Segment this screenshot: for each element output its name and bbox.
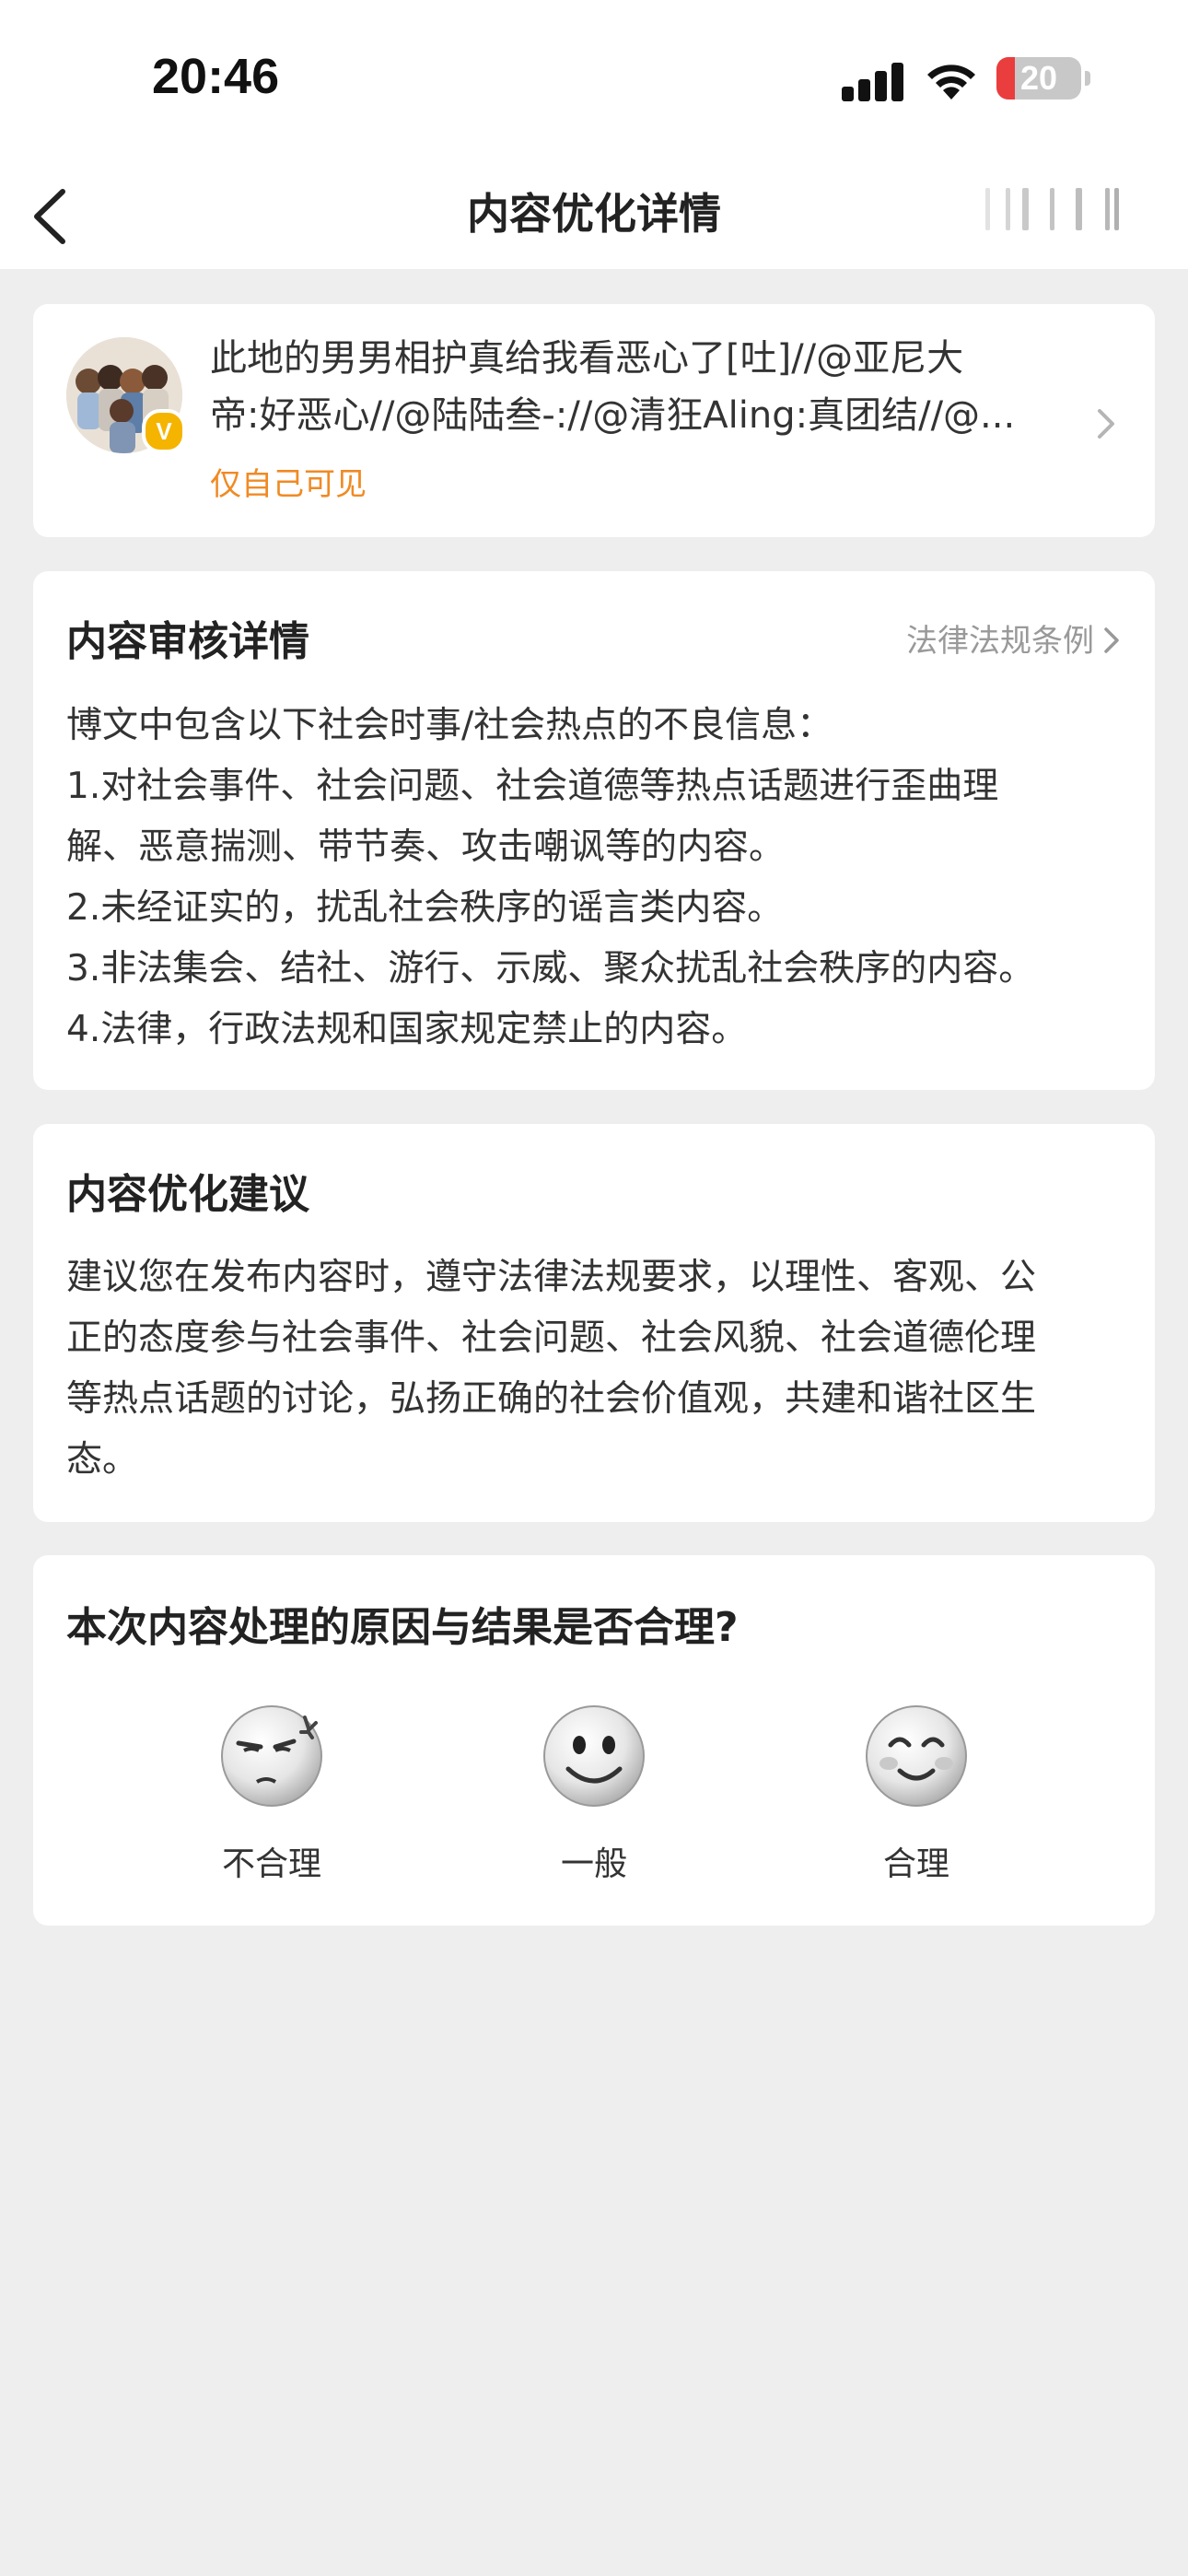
optimization-suggestion-card: 内容优化建议 建议您在发布内容时，遵守法律法规要求，以理性、客观、公 正的态度参…: [33, 1124, 1155, 1522]
status-bar: 20:46 20: [0, 0, 1188, 157]
post-content: 此地的男男相护真给我看恶心了[吐]//@亚尼大 帝:好恶心//@陆陆叁-://@…: [210, 330, 1122, 444]
review-line: 4.法律，行政法规和国家规定禁止的内容。: [66, 1009, 748, 1050]
battery-icon: 20: [996, 57, 1081, 100]
review-details-card: 内容审核详情 法律法规条例 博文中包含以下社会时事/社会热点的不良信息： 1.对…: [33, 571, 1155, 1090]
post-card[interactable]: V 此地的男男相护真给我看恶心了[吐]//@亚尼大 帝:好恶心//@陆陆叁-:/…: [33, 304, 1155, 537]
battery-level: 20: [1019, 59, 1058, 97]
neutral-smile-face-icon: [543, 1705, 645, 1807]
post-text-line-1: 此地的男男相护真给我看恶心了[吐]//@亚尼大: [210, 337, 964, 380]
feedback-option-neutral[interactable]: 一般: [530, 1704, 658, 1885]
option-label: 不合理: [221, 1845, 321, 1883]
law-regulations-link[interactable]: 法律法规条例: [906, 615, 1122, 661]
suggestion-body: 建议您在发布内容时，遵守法律法规要求，以理性、客观、公 正的态度参与社会事件、社…: [66, 1247, 1125, 1491]
feedback-option-unreasonable[interactable]: 不合理: [207, 1704, 336, 1885]
review-title: 内容审核详情: [66, 618, 309, 665]
law-link-label: 法律法规条例: [906, 623, 1094, 660]
status-time: 20:46: [152, 49, 280, 104]
suggestion-line: 等热点话题的讨论，弘扬正确的社会价值观，共建和谐社区生: [66, 1378, 1037, 1420]
option-label: 合理: [882, 1845, 949, 1883]
suggestion-title: 内容优化建议: [66, 1171, 309, 1218]
review-line: 解、恶意揣测、带节奏、攻击嘲讽等的内容。: [66, 826, 786, 868]
review-line: 1.对社会事件、社会问题、社会道德等热点话题进行歪曲理: [66, 766, 999, 807]
post-text-line-2: 帝:好恶心//@陆陆叁-://@清狂Aling:真团结//@...: [210, 394, 1016, 437]
cellular-signal-icon: [842, 61, 904, 101]
battery-tip: [1085, 71, 1090, 86]
visibility-label: 仅自己可见: [210, 466, 367, 503]
review-line: 3.非法集会、结社、游行、示威、聚众扰乱社会秩序的内容。: [66, 948, 1035, 989]
barcode-icon[interactable]: [976, 188, 1142, 238]
option-label: 一般: [560, 1845, 627, 1883]
review-body: 博文中包含以下社会时事/社会热点的不良信息： 1.对社会事件、社会问题、社会道德…: [66, 696, 1125, 1060]
feedback-option-reasonable[interactable]: 合理: [852, 1704, 981, 1885]
angry-face-icon: [221, 1705, 322, 1807]
wifi-icon: [927, 64, 975, 100]
verified-badge-icon: V: [142, 409, 186, 453]
review-line: 博文中包含以下社会时事/社会热点的不良信息：: [66, 705, 833, 746]
nav-bar: 内容优化详情: [0, 157, 1188, 269]
review-line: 2.未经证实的，扰乱社会秩序的谣言类内容。: [66, 887, 784, 929]
feedback-card: 本次内容处理的原因与结果是否合理? 不合理 一般 合理: [33, 1555, 1155, 1926]
suggestion-line: 态。: [66, 1439, 139, 1481]
suggestion-line: 正的态度参与社会事件、社会问题、社会风貌、社会道德伦理: [66, 1317, 1037, 1359]
feedback-question: 本次内容处理的原因与结果是否合理?: [66, 1604, 739, 1651]
chevron-right-icon: [1104, 627, 1119, 653]
happy-face-icon: [866, 1705, 967, 1807]
chevron-right-icon: [1098, 409, 1114, 439]
suggestion-line: 建议您在发布内容时，遵守法律法规要求，以理性、客观、公: [66, 1257, 1037, 1298]
